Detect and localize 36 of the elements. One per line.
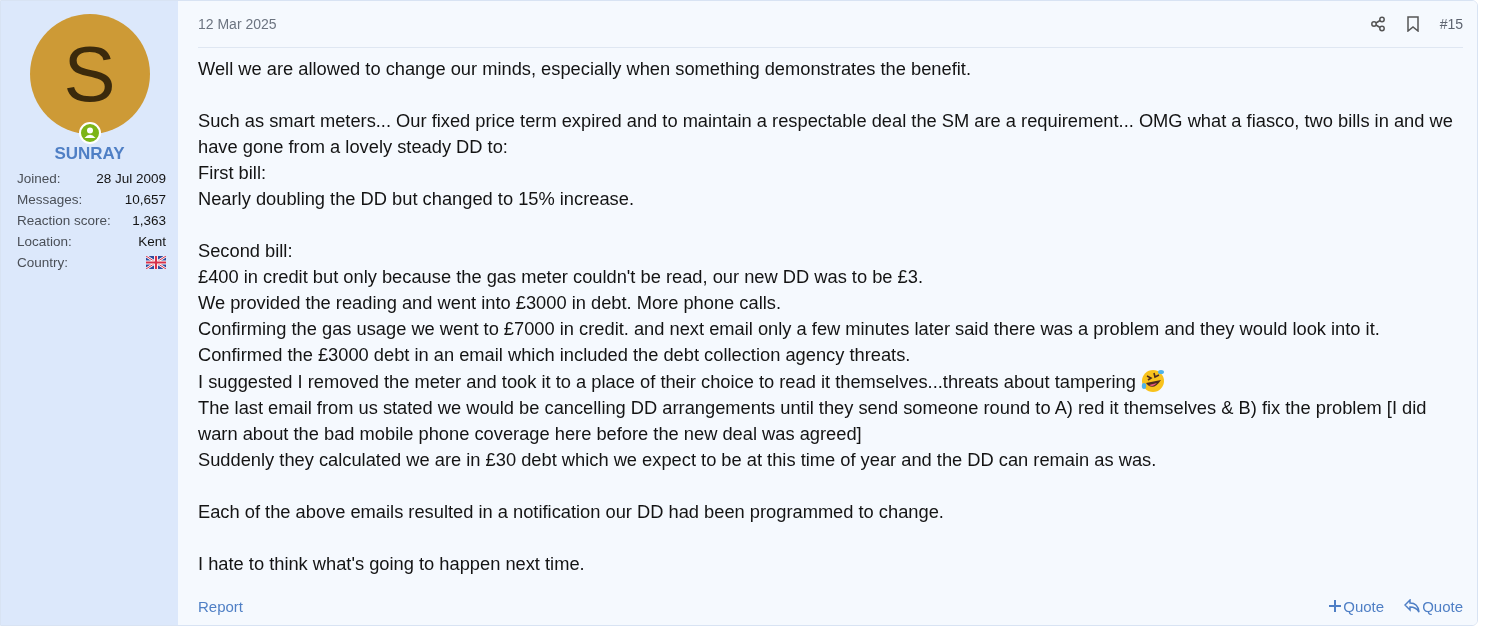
multi-quote-link[interactable]: Quote <box>1329 597 1385 615</box>
bookmark-icon[interactable] <box>1405 16 1420 32</box>
plus-icon <box>1329 600 1342 612</box>
stat-label: Messages: <box>17 191 83 209</box>
laughing-emoji-icon <box>1139 368 1166 394</box>
post-text: The last email from us stated we would be cancelling DD arrangements until they send someone round to A) red it themselves & B) fix the problem [I did warn about the bad mobile phone coverage here before the new deal was agreed] <box>198 396 1428 446</box>
reply-icon <box>1404 599 1421 613</box>
post-text: First bill: <box>198 161 268 185</box>
quote-link[interactable]: Quote <box>1404 597 1463 615</box>
share-icon[interactable] <box>1369 16 1386 32</box>
post-text: Confirmed the £3000 debt in an email which included the debt collection agency threats. <box>198 343 912 367</box>
post-text: I suggested I removed the meter and took it to a place of their choice to read it themselves...threats about tampering <box>198 371 1136 392</box>
stat-label: Joined: <box>17 170 61 188</box>
post-text: £400 in credit but only because the gas meter couldn't be read, our new DD was to be £3. <box>198 265 925 289</box>
stat-label: Country: <box>17 254 69 272</box>
post-text: We provided the reading and went into £3000 in debt. More phone calls. <box>198 291 783 315</box>
post-text: Such as smart meters... Our fixed price term expired and to maintain a respectable deal the SM are a requirement... OMG what a fiasco, two bills in and we have gone from a lovely steady DD to: <box>198 109 1454 159</box>
post-date[interactable]: 12 Mar 2025 <box>198 16 1350 32</box>
stat-value: Kent <box>138 233 166 251</box>
user-avatar[interactable]: S <box>29 14 150 134</box>
report-link[interactable]: Report <box>198 597 244 615</box>
stat-value: 1,363 <box>132 212 166 230</box>
stat-value: 28 Jul 2009 <box>96 170 166 188</box>
stat-value: 10,657 <box>124 191 166 209</box>
stat-label: Reaction score: <box>17 212 111 230</box>
username[interactable]: SUNRAY <box>54 144 125 164</box>
post-text: Each of the above emails resulted in a notification our DD had been programmed to change. <box>198 500 945 524</box>
post-text: I hate to think what's going to happen next time. <box>198 552 586 576</box>
stat-label: Location: <box>17 233 72 251</box>
post-text: Well we are allowed to change our minds, especially when something demonstrates the benefit. <box>198 57 972 81</box>
post-number[interactable]: #15 <box>1439 16 1463 32</box>
post-text: Second bill: <box>198 239 294 263</box>
post-text: Confirming the gas usage we went to £7000 in credit. and next email only a few minutes later said there was a problem and they would look into it. <box>198 317 1381 341</box>
post-text: Suddenly they calculated we are in £30 debt which we expect to be at this time of year and the DD can remain as was. <box>198 448 1158 472</box>
flag-icon <box>146 256 166 269</box>
post-text: Nearly doubling the DD but changed to 15% increase. <box>198 187 635 211</box>
